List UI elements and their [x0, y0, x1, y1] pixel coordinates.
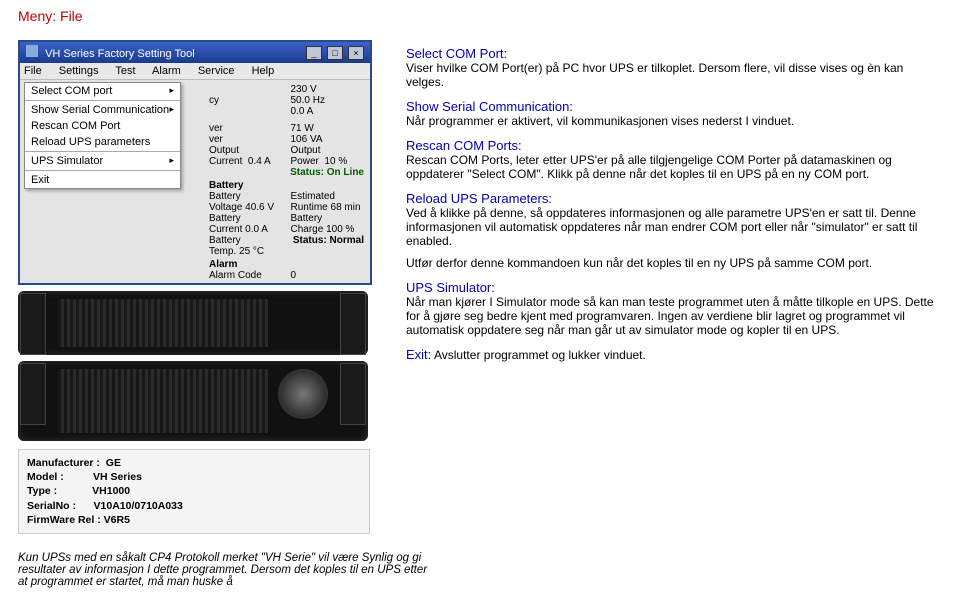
group-battery: Battery [209, 180, 364, 191]
val-bt: 25 °C [239, 246, 264, 257]
titlebar: VH Series Factory Setting Tool _ □ × [20, 42, 370, 63]
body-select-com: Viser hvilke COM Port(er) på PC hvor UPS… [406, 61, 941, 89]
page-title: Meny: File [18, 8, 941, 24]
lab-bt: Battery Temp. [209, 235, 241, 257]
val-w: 71 W [291, 123, 365, 134]
val-va: 106 VA [291, 134, 365, 145]
body-reload-1: Ved å klikke på denne, så oppdateres inf… [406, 206, 941, 248]
group-alarm: Alarm [209, 259, 364, 270]
lab-bc: Battery Current [209, 213, 242, 235]
val-hz: 50.0 Hz [291, 95, 365, 106]
head-sim: UPS Simulator: [406, 280, 941, 295]
menu-file[interactable]: File [24, 65, 42, 77]
menu-item-select-com[interactable]: Select COM port [25, 83, 180, 99]
val-model: VH Series [93, 471, 142, 483]
menu-help[interactable]: Help [252, 65, 275, 77]
file-dropdown: Select COM port Show Serial Communicatio… [24, 82, 181, 189]
app-icon [26, 45, 38, 57]
max-button[interactable]: □ [327, 46, 343, 60]
val-ert: 68 min [331, 202, 361, 213]
lab-alarmcode: Alarm Code [209, 270, 262, 281]
val-manu: GE [106, 457, 121, 469]
min-button[interactable]: _ [306, 46, 322, 60]
val-alarmcode: 0 [291, 270, 297, 281]
close-button[interactable]: × [348, 46, 364, 60]
menu-settings[interactable]: Settings [59, 65, 99, 77]
lab-type: Type : [27, 485, 57, 497]
head-reload: Reload UPS Parameters: [406, 191, 941, 206]
status-on-line: Status: On Line [209, 167, 364, 178]
lab-outcur: Output Current [209, 145, 242, 167]
menu-service[interactable]: Service [198, 65, 235, 77]
status-normal: Status: Normal [291, 235, 365, 257]
head-exit: Exit: [406, 347, 431, 362]
menu-alarm[interactable]: Alarm [152, 65, 181, 77]
menu-item-reload[interactable]: Reload UPS parameters [25, 134, 180, 150]
menu-item-rescan[interactable]: Rescan COM Port [25, 118, 180, 134]
status-pane: 230 V cy 50.0 Hz 0.0 A ver [181, 80, 370, 283]
val-a: 0.0 A [291, 106, 365, 117]
val-bc: 0.0 A [245, 224, 268, 235]
body-reload-2: Utfør derfor denne kommandoen kun når de… [406, 256, 941, 270]
lab-serial: SerialNo : [27, 500, 76, 512]
head-select-com: Select COM Port: [406, 46, 941, 61]
val-fw: V6R5 [104, 514, 130, 526]
body-exit: Exit: Avslutter programmet og lukker vin… [406, 347, 941, 362]
menu-item-simulator[interactable]: UPS Simulator [25, 153, 180, 169]
menubar: File Settings Test Alarm Service Help [20, 63, 370, 80]
app-title: VH Series Factory Setting Tool [45, 48, 195, 60]
val-outcur: 0.4 A [248, 156, 271, 167]
lab-ert: Estimated Runtime [291, 191, 335, 213]
val-bch: 100 % [326, 224, 354, 235]
menu-item-exit[interactable]: Exit [25, 172, 180, 188]
val-v: 230 V [291, 84, 365, 95]
info-panel: Manufacturer : GE Model : VH Series Type… [18, 449, 370, 534]
head-rescan: Rescan COM Ports: [406, 138, 941, 153]
head-show-serial: Show Serial Communication: [406, 99, 941, 114]
footer-note: Kun UPSs med en såkalt CP4 Protokoll mer… [18, 552, 438, 588]
menu-test[interactable]: Test [115, 65, 135, 77]
val-bv: 40.6 V [245, 202, 274, 213]
val-pct: 10 % [324, 156, 347, 167]
menu-item-show-serial[interactable]: Show Serial Communication [25, 102, 180, 118]
device-illustration [18, 291, 368, 441]
lab-manu: Manufacturer : [27, 457, 100, 469]
body-show-serial: Når programmer er aktivert, vil kommunik… [406, 114, 941, 128]
val-type: VH1000 [92, 485, 130, 497]
body-sim: Når man kjører I Simulator mode så kan m… [406, 295, 941, 337]
app-window: VH Series Factory Setting Tool _ □ × Fil… [18, 40, 372, 285]
lab-model: Model : [27, 471, 64, 483]
lab-bv: Battery Voltage [209, 191, 242, 213]
val-serial: V10A10/0710A033 [94, 500, 183, 512]
lab-bch: Battery Charge [291, 213, 324, 235]
body-rescan: Rescan COM Ports, leter etter UPS'er på … [406, 153, 941, 181]
lab-outpow: Output Power [291, 145, 321, 167]
lab-fw: FirmWare Rel : [27, 514, 101, 526]
